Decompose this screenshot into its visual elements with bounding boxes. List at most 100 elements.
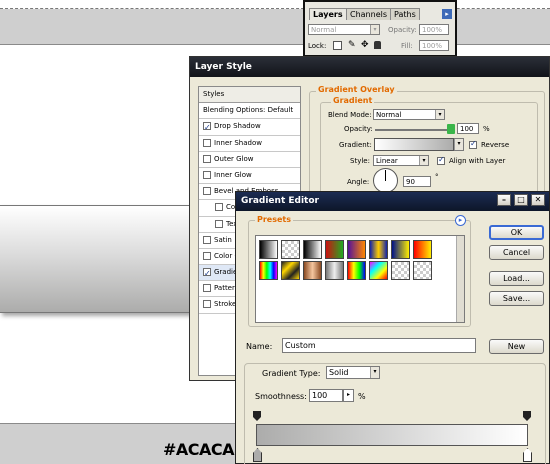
gradient-picker-dropdown[interactable]: ▾ (454, 138, 464, 151)
gradient-type-select[interactable]: Solid ▾ (326, 366, 380, 379)
gradient-preview-swatch[interactable] (374, 138, 454, 151)
style-checkbox[interactable] (203, 120, 211, 135)
style-checkbox[interactable] (203, 154, 211, 163)
lock-move-icon[interactable]: ✥ (361, 40, 369, 50)
ok-button[interactable]: OK (489, 225, 544, 240)
style-item-label: Outer Glow (214, 154, 254, 163)
name-input[interactable]: Custom (282, 338, 476, 353)
tab-channels[interactable]: Channels (346, 8, 392, 20)
preset-swatch[interactable] (281, 261, 300, 280)
minimize-icon[interactable]: – (497, 194, 511, 206)
preset-swatch[interactable] (325, 240, 344, 259)
chevron-down-icon: ▾ (419, 156, 428, 165)
styles-header[interactable]: Styles (199, 87, 300, 104)
gradient-style-select[interactable]: Linear ▾ (373, 155, 429, 166)
presets-label: Presets (255, 215, 294, 224)
style-checkbox[interactable] (203, 300, 211, 309)
lock-paint-brush-icon[interactable]: ✎ (348, 40, 356, 50)
preset-swatch[interactable] (325, 261, 344, 280)
gradient-editor-title: Gradient Editor (241, 196, 319, 206)
blend-mode-select[interactable]: Normal ▾ (308, 24, 380, 35)
style-checkbox[interactable] (203, 138, 211, 147)
maximize-icon[interactable]: □ (514, 194, 528, 206)
gradient-settings-group (244, 363, 546, 464)
gradient-opacity-field[interactable]: 100 (457, 123, 479, 134)
style-item-blending-options-default[interactable]: Blending Options: Default (199, 103, 300, 120)
color-label-left: #ACACAB (163, 440, 246, 459)
fill-label: Fill: (401, 42, 413, 50)
style-item-label: Inner Glow (214, 170, 252, 179)
style-item-label: Blending Options: Default (203, 106, 294, 115)
preset-swatch[interactable] (303, 261, 322, 280)
style-checkbox[interactable] (215, 203, 223, 212)
style-checkbox[interactable] (203, 170, 211, 179)
layers-palette: Layers Channels Paths ▸ Normal ▾ Opacity:… (303, 0, 457, 57)
style-item-inner-glow[interactable]: Inner Glow (199, 168, 300, 185)
preset-swatch[interactable] (413, 261, 432, 280)
presets-menu-arrow-icon[interactable]: ▸ (455, 215, 466, 226)
preset-swatch[interactable] (259, 240, 278, 259)
fill-field[interactable]: 100% (419, 40, 449, 51)
reverse-checkbox[interactable] (469, 139, 477, 149)
opacity-label: Opacity: (388, 26, 417, 34)
preset-swatch[interactable] (391, 240, 410, 259)
style-checkbox[interactable] (203, 235, 211, 244)
preset-swatch[interactable] (303, 240, 322, 259)
preset-swatch[interactable] (413, 240, 432, 259)
smoothness-field[interactable]: 100 (309, 389, 343, 402)
palette-menu-arrow-icon[interactable]: ▸ (442, 9, 452, 19)
new-button[interactable]: New (489, 339, 544, 354)
opacity-slider-track[interactable] (375, 129, 451, 131)
style-checkbox[interactable] (203, 251, 211, 260)
cancel-button[interactable]: Cancel (489, 245, 544, 260)
align-with-layer-label: Align with Layer (449, 157, 506, 165)
gradient-blend-mode-select[interactable]: Normal ▾ (373, 109, 445, 120)
angle-field[interactable]: 90 (403, 176, 431, 187)
align-with-layer-checkbox[interactable] (437, 155, 445, 165)
presets-scrollbar[interactable] (456, 236, 464, 322)
smoothness-unit: % (358, 392, 366, 401)
chevron-down-icon: ▾ (370, 25, 379, 34)
gradient-editor-titlebar[interactable]: Gradient Editor – □ ✕ (236, 192, 549, 211)
lock-all-icon[interactable] (374, 41, 381, 49)
gradient-overlay-section-title: Gradient Overlay (316, 85, 397, 94)
style-item-outer-glow[interactable]: Outer Glow (199, 152, 300, 168)
lock-label: Lock: (308, 42, 327, 50)
close-icon[interactable]: ✕ (531, 194, 545, 206)
presets-swatch-grid (255, 235, 465, 323)
style-checkbox[interactable] (203, 266, 211, 280)
opacity-label: Opacity: (344, 125, 373, 133)
lock-transparency-icon[interactable] (333, 41, 342, 50)
gradient-editor-dialog: Gradient Editor – □ ✕ OK Cancel Load... … (235, 191, 550, 464)
canvas-top-ruler (0, 0, 550, 9)
preset-swatch[interactable] (347, 240, 366, 259)
smoothness-arrow-icon[interactable]: ▸ (343, 389, 354, 402)
preset-swatch[interactable] (369, 240, 388, 259)
blend-mode-label: Blend Mode: (328, 111, 372, 119)
align-check-icon (437, 155, 445, 165)
tab-layers[interactable]: Layers (309, 8, 347, 20)
style-checkbox[interactable] (215, 219, 223, 228)
layer-style-titlebar[interactable]: Layer Style (190, 57, 549, 77)
style-item-label: Drop Shadow (214, 122, 261, 131)
preset-swatch[interactable] (347, 261, 366, 280)
preset-swatch[interactable] (259, 261, 278, 280)
preset-swatch[interactable] (391, 261, 410, 280)
preset-swatch[interactable] (281, 240, 300, 259)
style-checkbox[interactable] (203, 187, 211, 196)
style-label: Style: (350, 157, 370, 165)
tab-paths[interactable]: Paths (390, 8, 420, 20)
chevron-down-icon: ▾ (454, 139, 463, 150)
style-item-drop-shadow[interactable]: Drop Shadow (199, 119, 300, 136)
opacity-slider-thumb[interactable] (447, 124, 455, 134)
style-item-inner-shadow[interactable]: Inner Shadow (199, 136, 300, 152)
chevron-down-icon: ▾ (370, 367, 379, 378)
name-label: Name: (246, 342, 273, 351)
load-button[interactable]: Load... (489, 271, 544, 286)
preset-swatch[interactable] (369, 261, 388, 280)
style-checkbox[interactable] (203, 284, 211, 293)
opacity-field[interactable]: 100% (419, 24, 449, 35)
gradient-bar[interactable] (256, 424, 528, 446)
save-button[interactable]: Save... (489, 291, 544, 306)
angle-dial[interactable] (373, 168, 398, 193)
